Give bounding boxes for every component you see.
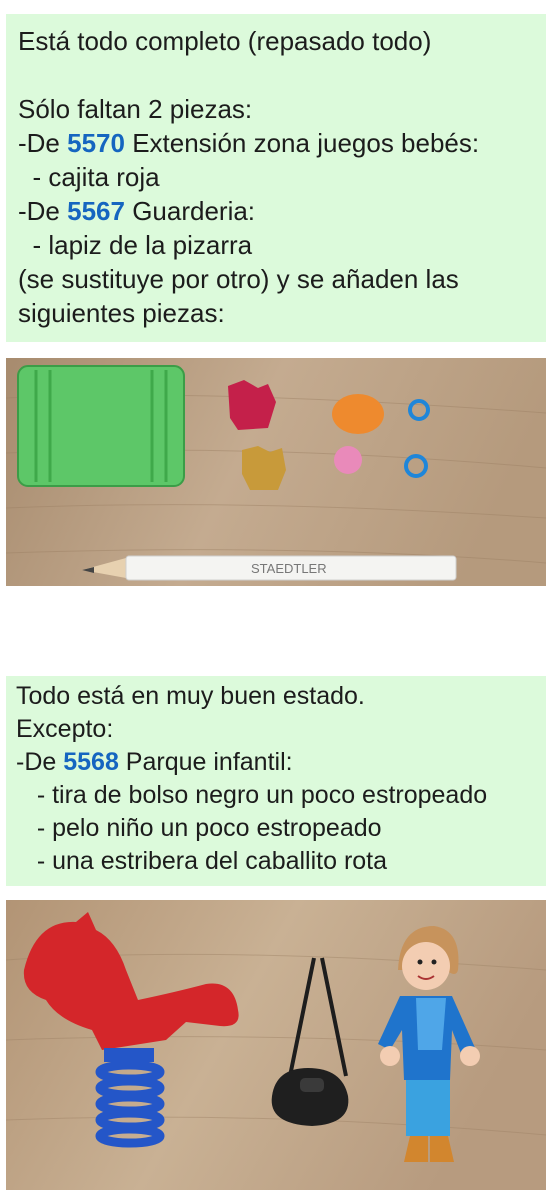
photo-damaged-image <box>6 900 546 1190</box>
red-piece <box>228 380 276 430</box>
gold-piece <box>242 446 286 490</box>
note-item-5568: -De 5568 Parque infantil: <box>16 746 536 779</box>
set-code: 5567 <box>67 196 125 226</box>
note-card-top: Está todo completo (repasado todo) Sólo … <box>6 14 546 342</box>
item-prefix: -De <box>16 748 64 776</box>
note-line: Excepto: <box>16 715 114 743</box>
note-item-5570: -De 5570 Extensión zona juegos bebés: <box>18 126 534 160</box>
item-text: Parque infantil: <box>118 748 293 776</box>
note-subitem: - cajita roja <box>18 162 160 192</box>
pencil-brand-label: STAEDTLER <box>251 561 327 576</box>
note-line: (se sustituye por otro) y se añaden las <box>18 264 459 294</box>
photo-damaged-pieces <box>6 900 546 1190</box>
pink-piece <box>334 446 362 474</box>
item-prefix: -De <box>18 128 68 158</box>
item-prefix: -De <box>18 196 68 226</box>
note-line: Todo está en muy buen estado. <box>16 682 365 710</box>
item-text: Extensión zona juegos bebés: <box>124 128 480 158</box>
note-subitem: - pelo niño un poco estropeado <box>16 814 382 842</box>
pencil-piece: STAEDTLER <box>82 555 457 581</box>
note-item-5567: -De 5567 Guarderia: <box>18 194 534 228</box>
note-line: Está todo completo (repasado todo) <box>18 26 432 56</box>
photo-pieces-image: STAEDTLER <box>6 358 546 586</box>
note-line: siguientes piezas: <box>18 298 225 328</box>
set-code: 5570 <box>67 128 125 158</box>
note-line: Sólo faltan 2 piezas: <box>18 94 253 124</box>
item-text: Guarderia: <box>124 196 256 226</box>
green-box-piece <box>17 365 185 487</box>
photo-pieces: STAEDTLER <box>6 358 546 586</box>
note-subitem: - una estribera del caballito rota <box>16 847 388 875</box>
note-subitem: - lapiz de la pizarra <box>18 230 253 260</box>
note-subitem: - tira de bolso negro un poco estropeado <box>16 781 488 809</box>
note-card-bottom: Todo está en muy buen estado. Excepto: -… <box>6 676 546 886</box>
set-code: 5568 <box>63 748 119 776</box>
orange-piece <box>332 394 384 434</box>
